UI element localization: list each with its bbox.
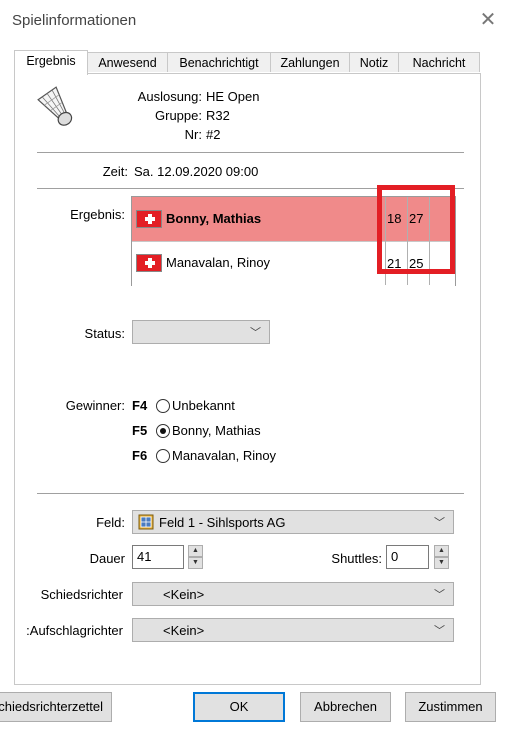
spin-up-icon[interactable]: ▲ (188, 545, 203, 557)
court-icon (138, 514, 154, 530)
number-value: #2 (206, 127, 221, 142)
close-icon[interactable]: ✕ (478, 10, 498, 30)
chevron-down-icon: ﹀ (250, 327, 261, 339)
winner-option-label[interactable]: Unbekannt (172, 398, 235, 413)
winner-option-label[interactable]: Manavalan, Rinoy (172, 448, 276, 463)
umpire-select[interactable]: <Kein> ﹀ (132, 582, 454, 606)
spin-up-icon[interactable]: ▲ (434, 545, 449, 557)
cancel-button[interactable]: Abbrechen (300, 692, 391, 722)
duration-spinner[interactable]: ▲ ▼ (188, 545, 203, 569)
time-value: Sa. 12.09.2020 09:00 (134, 164, 259, 179)
chevron-down-icon: ﹀ (434, 589, 445, 601)
tab-nachricht[interactable]: Nachricht (398, 52, 480, 72)
score-highlight-box (377, 185, 455, 274)
chevron-down-icon: ﹀ (434, 517, 445, 529)
swiss-flag-icon (136, 210, 162, 228)
winner-option-key: F4 (132, 398, 148, 413)
umpire-value: <Kein> (163, 587, 205, 602)
umpire-sheet-button[interactable]: Schiedsrichterzettel (0, 692, 112, 722)
window-title: Spielinformationen (12, 12, 137, 29)
status-label: Status: (84, 326, 125, 341)
result-panel: Auslosung: HE Open Gruppe: R32 Nr: #2 Ze… (14, 73, 481, 685)
shuttlecock-icon (37, 86, 73, 126)
time-label: Zeit: (102, 164, 128, 179)
winner-option-key: F5 (132, 423, 148, 438)
group-label: Gruppe: (155, 108, 202, 123)
shuttles-label: Shuttles: (331, 551, 382, 566)
winner-radio-unknown[interactable] (156, 399, 170, 413)
winner-option-key: F6 (132, 448, 148, 463)
service-judge-label: Aufschlagrichter: (26, 623, 123, 638)
duration-label: Dauer (89, 551, 125, 566)
winner-radio-player2[interactable] (156, 449, 170, 463)
player-name: Manavalan, Rinoy (166, 255, 271, 270)
number-label: Nr: (184, 127, 202, 142)
court-label: Feld: (96, 515, 125, 530)
tab-zahlungen[interactable]: Zahlungen (270, 52, 350, 72)
separator (37, 152, 464, 154)
winner-label: Gewinner: (65, 398, 125, 413)
accept-button[interactable]: Zustimmen (405, 692, 496, 722)
umpire-label: Schiedsrichter (40, 587, 123, 602)
status-select[interactable]: ﹀ (132, 320, 270, 344)
service-judge-value: <Kein> (163, 623, 205, 638)
swiss-flag-icon (136, 254, 162, 272)
spin-down-icon[interactable]: ▼ (434, 557, 449, 569)
chevron-down-icon: ﹀ (434, 625, 445, 637)
shuttles-spinner[interactable]: ▲ ▼ (434, 545, 449, 569)
separator (37, 493, 464, 495)
tab-anwesend[interactable]: Anwesend (87, 52, 168, 72)
player-name: Bonny, Mathias (166, 211, 262, 226)
spin-down-icon[interactable]: ▼ (188, 557, 203, 569)
tab-notiz[interactable]: Notiz (349, 52, 399, 72)
duration-input[interactable]: 41 (132, 545, 184, 569)
court-value: Feld 1 - Sihlsports AG (159, 515, 286, 530)
service-judge-select[interactable]: <Kein> ﹀ (132, 618, 454, 642)
draw-value: HE Open (206, 89, 260, 104)
winner-option-label[interactable]: Bonny, Mathias (172, 423, 261, 438)
ok-button[interactable]: OK (193, 692, 285, 722)
tab-benachrichtigt[interactable]: Benachrichtigt (167, 52, 271, 72)
tab-ergebnis[interactable]: Ergebnis (14, 50, 88, 75)
winner-radio-player1[interactable] (156, 424, 170, 438)
court-select[interactable]: Feld 1 - Sihlsports AG ﹀ (132, 510, 454, 534)
draw-label: Auslosung: (137, 89, 202, 104)
result-label: Ergebnis: (70, 207, 125, 222)
shuttles-input[interactable]: 0 (386, 545, 429, 569)
group-value: R32 (206, 108, 230, 123)
